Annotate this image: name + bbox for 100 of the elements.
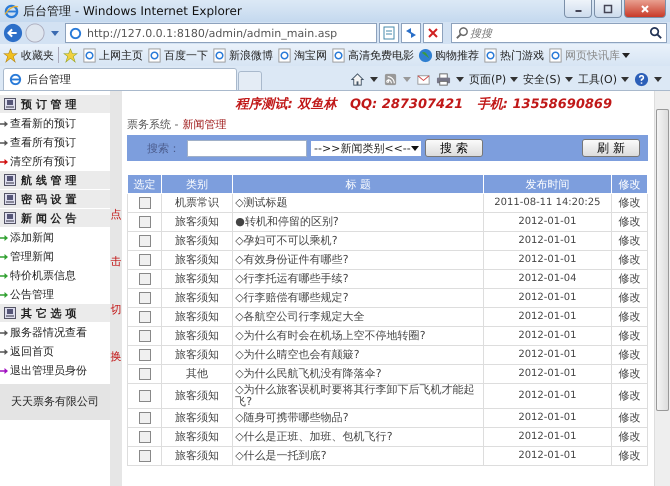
row-checkbox[interactable] xyxy=(138,310,151,323)
favorite-link[interactable]: 新浪微博 xyxy=(212,48,273,62)
globe-icon xyxy=(418,48,433,62)
search-icon[interactable] xyxy=(648,26,663,40)
edit-link[interactable]: 修改 xyxy=(611,346,648,364)
refresh-button[interactable]: 刷 新 xyxy=(582,139,640,157)
window-title: 后台管理 - Windows Internet Explorer xyxy=(23,2,242,20)
row-checkbox[interactable] xyxy=(138,368,151,380)
table-cell: ◇各航空公司行李规定大全 xyxy=(232,308,484,326)
edit-link[interactable]: 修改 xyxy=(611,194,648,212)
menu-button[interactable]: 工具(O) xyxy=(578,72,629,86)
row-checkbox[interactable] xyxy=(138,430,151,443)
row-checkbox[interactable] xyxy=(138,234,151,247)
caret-icon[interactable] xyxy=(654,76,662,82)
url-text: http://127.0.0.1:8180/admin/admin_main.asp xyxy=(87,26,338,40)
edit-link[interactable]: 修改 xyxy=(611,288,648,308)
edit-link[interactable]: 修改 xyxy=(611,326,648,346)
edit-link[interactable]: 修改 xyxy=(611,364,648,384)
table-cell: 2012-01-01 xyxy=(483,346,612,364)
row-checkbox[interactable] xyxy=(138,292,151,304)
help-icon[interactable] xyxy=(634,72,649,86)
caret-icon xyxy=(410,146,419,150)
edit-link[interactable]: 修改 xyxy=(611,270,648,288)
edit-link[interactable]: 修改 xyxy=(611,232,648,250)
row-checkbox[interactable] xyxy=(138,216,151,228)
edit-link[interactable]: 修改 xyxy=(611,212,648,232)
compatibility-icon[interactable] xyxy=(379,23,399,43)
favorite-link[interactable]: 热门游戏 xyxy=(483,48,544,62)
close-button[interactable] xyxy=(624,0,666,18)
keyword-field[interactable] xyxy=(187,140,307,156)
table-cell: 旅客须知 xyxy=(162,232,233,250)
page-icon xyxy=(212,48,227,62)
section-icon xyxy=(4,98,16,110)
row-checkbox[interactable] xyxy=(138,390,151,402)
edit-link[interactable]: 修改 xyxy=(611,384,648,408)
sidebar-item[interactable]: 查看新的预订 xyxy=(0,114,110,133)
scrollbar[interactable] xyxy=(654,91,670,486)
address-field[interactable]: http://127.0.0.1:8180/admin/admin_main.asp xyxy=(65,23,377,43)
table-cell: ◇孕妇可不可以乘机? xyxy=(232,232,484,250)
sidebar-section[interactable]: 密 码 设 置 xyxy=(0,190,110,209)
row-checkbox[interactable] xyxy=(138,272,151,285)
edit-link[interactable]: 修改 xyxy=(611,428,648,446)
sidebar-item[interactable]: 特价机票信息 xyxy=(0,266,110,285)
table-cell: 旅客须知 xyxy=(162,446,233,466)
favorite-link[interactable]: 百度一下 xyxy=(147,48,208,62)
row-checkbox[interactable] xyxy=(138,450,151,462)
sidebar-item[interactable]: 查看所有预订 xyxy=(0,133,110,152)
menu-button[interactable]: 页面(P) xyxy=(468,72,518,86)
row-checkbox[interactable] xyxy=(138,196,151,209)
add-favorite-icon[interactable] xyxy=(63,48,78,62)
table-cell: 旅客须知 xyxy=(162,428,233,446)
sidebar-section[interactable]: 新 闻 公 告 xyxy=(0,209,110,228)
row-checkbox[interactable] xyxy=(138,254,151,266)
minimize-button[interactable] xyxy=(564,0,592,18)
table-cell: 旅客须知 xyxy=(162,308,233,326)
sidebar-item[interactable]: 退出管理员身份 xyxy=(0,361,110,380)
sidebar-item[interactable]: 返回首页 xyxy=(0,342,110,361)
sidebar-item[interactable]: 清空所有预订 xyxy=(0,152,110,171)
search-box[interactable]: 搜搜 xyxy=(451,23,667,43)
sidebar-item[interactable]: 公告管理 xyxy=(0,285,110,304)
sidebar-item[interactable]: 服务器情况查看 xyxy=(0,323,110,342)
caret-icon[interactable] xyxy=(456,76,464,82)
maximize-button[interactable] xyxy=(594,0,622,18)
table-cell: ◇随身可携带哪些物品? xyxy=(232,408,484,428)
edit-link[interactable]: 修改 xyxy=(611,408,648,428)
sidebar-section[interactable]: 预 订 管 理 xyxy=(0,95,110,114)
row-checkbox[interactable] xyxy=(138,330,151,342)
edit-link[interactable]: 修改 xyxy=(611,308,648,326)
stop-icon[interactable] xyxy=(423,23,443,43)
feed-icon[interactable] xyxy=(382,72,398,86)
sidebar-section[interactable]: 其 它 选 项 xyxy=(0,304,110,323)
refresh-icon[interactable] xyxy=(401,23,421,43)
table-cell: 2012-01-01 xyxy=(483,326,612,346)
table-cell: 2011-08-11 14:20:25 xyxy=(483,194,612,212)
back-button[interactable] xyxy=(3,23,23,43)
favorite-link[interactable]: 上网主页 xyxy=(82,48,143,62)
table-cell: ◇为什么旅客误机时要将其行李卸下后飞机才能起飞? xyxy=(232,384,484,408)
table-cell: ◇为什么晴空也会有颠簸? xyxy=(232,346,484,364)
sidebar-item[interactable]: 添加新闻 xyxy=(0,228,110,247)
row-checkbox[interactable] xyxy=(138,412,151,424)
breadcrumb-current: 新闻管理 xyxy=(182,116,226,132)
edit-link[interactable]: 修改 xyxy=(611,250,648,270)
edit-link[interactable]: 修改 xyxy=(611,446,648,466)
sidebar-item[interactable]: 管理新闻 xyxy=(0,247,110,266)
caret-icon xyxy=(564,76,573,82)
favorite-link[interactable]: 高清免费电影 xyxy=(331,48,414,62)
home-icon[interactable] xyxy=(350,72,365,86)
column-header: 修改 xyxy=(611,174,648,194)
table-cell: 旅客须知 xyxy=(162,384,233,408)
category-select[interactable]: -->>新闻类别<<-- xyxy=(311,140,421,156)
sidebar-section[interactable]: 航 线 管 理 xyxy=(0,171,110,190)
row-checkbox[interactable] xyxy=(138,348,151,361)
caret-icon[interactable] xyxy=(370,76,378,82)
browser-tab[interactable]: 后台管理 xyxy=(3,68,237,90)
search-button[interactable]: 搜 索 xyxy=(425,139,483,157)
favorite-link[interactable]: 淘宝网 xyxy=(277,48,327,62)
menu-button[interactable]: 安全(S) xyxy=(523,72,573,86)
favorite-link[interactable]: 购物推荐 xyxy=(418,48,479,62)
favorites-button[interactable]: 收藏夹 xyxy=(3,48,54,62)
print-icon[interactable] xyxy=(436,72,451,86)
